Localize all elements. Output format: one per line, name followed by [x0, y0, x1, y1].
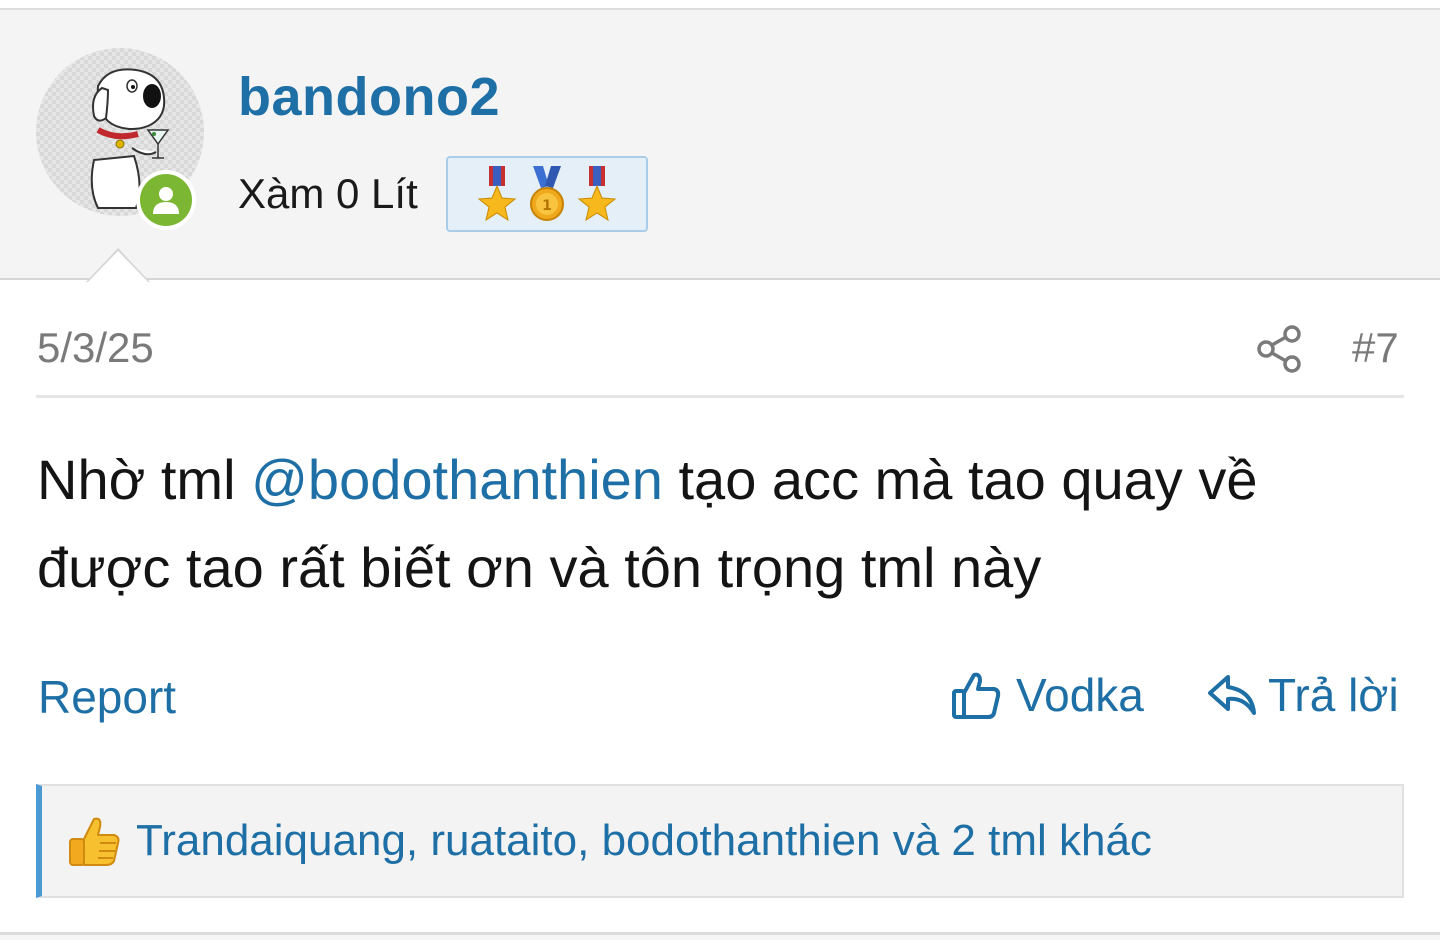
star-medal-icon — [477, 166, 517, 222]
online-status-indicator — [136, 170, 196, 230]
avatar-wrap[interactable] — [36, 48, 204, 230]
user-mention-link[interactable]: @bodothanthien — [251, 448, 663, 511]
reply-label: Trả lời — [1268, 669, 1399, 721]
top-border — [0, 0, 1440, 10]
medal-badges: 1 — [446, 156, 648, 232]
like-label: Vodka — [1016, 669, 1144, 721]
user-header: bandono2 Xàm 0 Lít 1 — [0, 10, 1440, 280]
username[interactable]: bandono2 — [238, 66, 500, 128]
gold-medal-icon: 1 — [530, 166, 564, 221]
like-button[interactable]: Vodka — [950, 668, 1144, 722]
reply-button[interactable]: Trả lời — [1206, 668, 1399, 722]
header-pointer-inner — [88, 251, 148, 282]
bottom-border — [0, 932, 1440, 940]
share-icon[interactable] — [1256, 324, 1304, 374]
thumbs-up-emoji-icon — [69, 817, 120, 866]
post-body-text-before: Nhờ tml — [37, 448, 252, 511]
star-medal-icon — [577, 166, 617, 222]
reactions-bar[interactable]: Trandaiquang, ruataito, bodothanthien và… — [36, 784, 1404, 898]
meta-divider — [36, 395, 1404, 398]
post-body: Nhờ tml @bodothanthien tạo acc mà tao qu… — [37, 436, 1377, 612]
svg-text:1: 1 — [542, 198, 552, 214]
thumbs-up-icon — [952, 672, 1001, 719]
report-link[interactable]: Report — [38, 670, 176, 724]
reply-icon — [1208, 675, 1256, 715]
reactions-summary[interactable]: Trandaiquang, ruataito, bodothanthien và… — [136, 816, 1152, 866]
user-title: Xàm 0 Lít — [238, 170, 418, 217]
post-number[interactable]: #7 — [1352, 324, 1399, 372]
user-icon — [153, 187, 179, 214]
post-date[interactable]: 5/3/25 — [37, 324, 154, 372]
